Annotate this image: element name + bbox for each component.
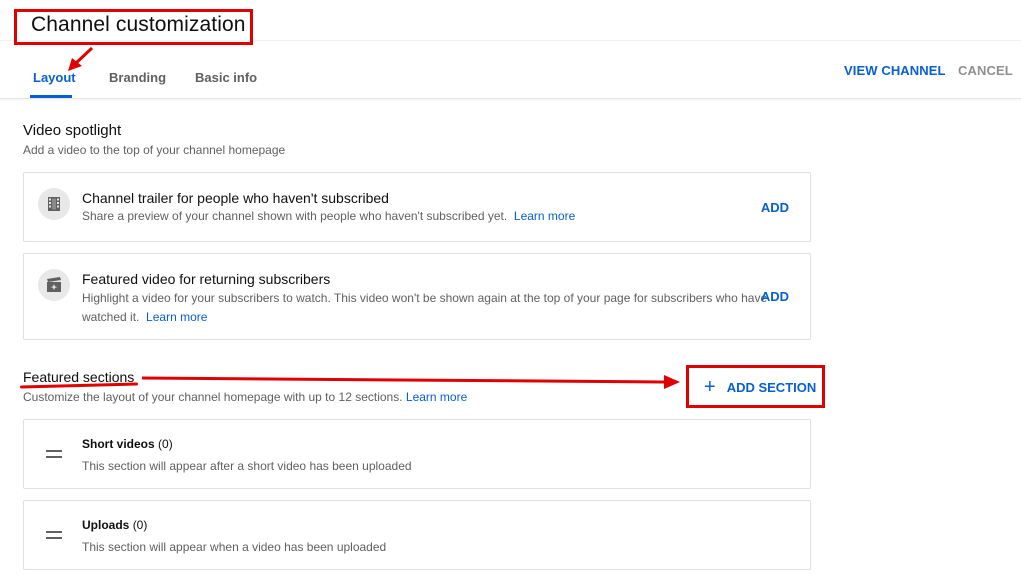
drag-handle-icon[interactable] — [46, 450, 62, 458]
channel-trailer-desc-text: Share a preview of your channel shown wi… — [82, 209, 508, 223]
featured-video-desc: Highlight a video for your subscribers t… — [82, 289, 767, 327]
add-section-label: ADD SECTION — [726, 379, 817, 395]
section-card-short-videos[interactable]: Short videos (0) This section will appea… — [23, 419, 811, 489]
add-featured-video-button[interactable]: ADD — [761, 289, 789, 304]
tab-basic-info[interactable]: Basic info — [195, 70, 257, 85]
featured-sections-subtitle-text: Customize the layout of your channel hom… — [23, 390, 403, 404]
section-count-short-videos: (0) — [158, 437, 173, 451]
view-channel-button[interactable]: VIEW CHANNEL — [844, 63, 946, 78]
tab-branding[interactable]: Branding — [109, 70, 166, 85]
section-arrow-head — [664, 375, 680, 389]
featured-video-learn-more-link[interactable]: Learn more — [146, 310, 207, 324]
film-icon — [38, 188, 70, 220]
section-card-uploads[interactable]: Uploads (0) This section will appear whe… — [23, 500, 811, 570]
video-spotlight-subtitle: Add a video to the top of your channel h… — [23, 143, 286, 157]
plus-icon: + — [704, 376, 716, 398]
featured-video-desc-line1: Highlight a video for your subscribers t… — [82, 291, 768, 305]
add-channel-trailer-button[interactable]: ADD — [761, 200, 789, 215]
section-title-uploads: Uploads (0) — [82, 518, 147, 532]
active-tab-indicator — [30, 95, 72, 98]
tab-layout[interactable]: Layout — [33, 70, 76, 85]
title-highlight-box — [14, 9, 253, 45]
cancel-button[interactable]: CANCEL — [958, 63, 1013, 78]
channel-trailer-title: Channel trailer for people who haven't s… — [82, 190, 389, 206]
section-name-uploads: Uploads — [82, 518, 130, 532]
featured-video-card: Featured video for returning subscribers… — [23, 253, 811, 340]
channel-trailer-learn-more-link[interactable]: Learn more — [514, 209, 575, 223]
sparkle-clapper-icon — [38, 269, 70, 301]
video-spotlight-title: Video spotlight — [23, 122, 122, 139]
section-desc-short-videos: This section will appear after a short v… — [82, 459, 412, 473]
section-count-uploads: (0) — [132, 518, 148, 532]
channel-trailer-card: Channel trailer for people who haven't s… — [23, 172, 811, 242]
featured-sections-subtitle: Customize the layout of your channel hom… — [23, 390, 467, 404]
section-desc-uploads: This section will appear when a video ha… — [82, 540, 387, 554]
drag-handle-icon[interactable] — [46, 531, 62, 539]
section-name-short-videos: Short videos — [82, 437, 155, 451]
channel-trailer-desc: Share a preview of your channel shown wi… — [82, 207, 575, 226]
section-arrow-line — [141, 376, 665, 384]
section-title-short-videos: Short videos (0) — [82, 437, 173, 451]
featured-video-desc-line2: watched it. — [82, 310, 140, 324]
featured-sections-learn-more-link[interactable]: Learn more — [406, 390, 467, 404]
add-section-button[interactable]: + ADD SECTION — [704, 376, 817, 398]
featured-video-title: Featured video for returning subscribers — [82, 271, 331, 287]
